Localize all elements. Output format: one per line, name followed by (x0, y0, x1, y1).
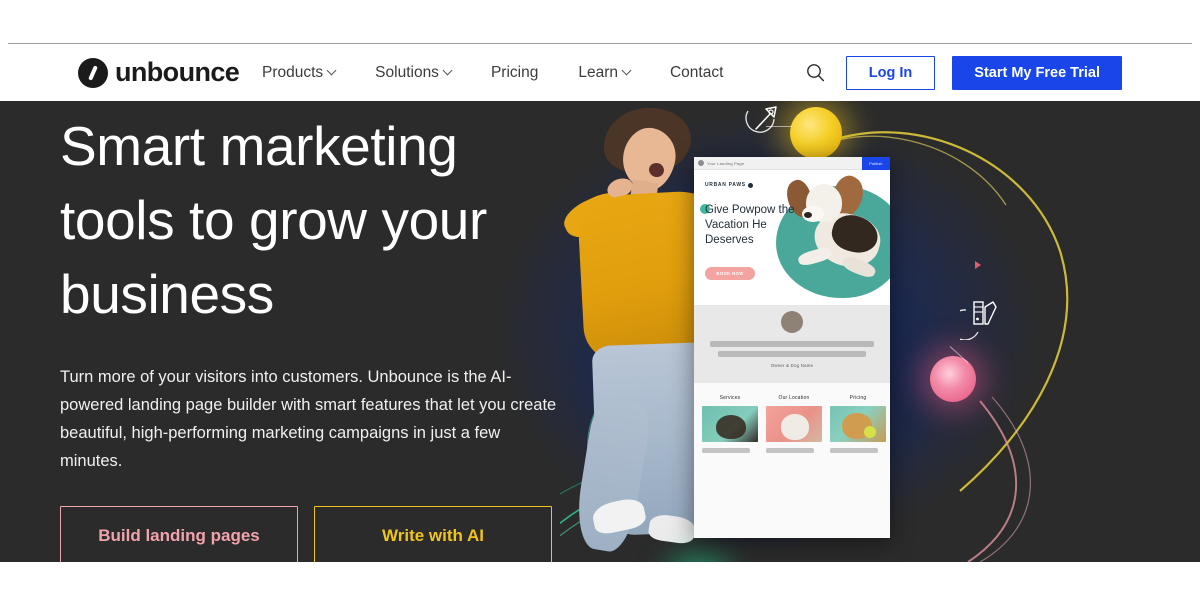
mockup-brand-text: URBAN PAWS (705, 182, 746, 188)
paw-icon (747, 182, 753, 188)
mockup-card-line (830, 448, 878, 453)
mockup-card[interactable]: Our Location (766, 395, 822, 538)
hero-cta-group: Build landing pages Write with AI (60, 506, 552, 562)
write-with-ai-button[interactable]: Write with AI (314, 506, 552, 562)
page-root: unbounce Products Solutions Pricing Lear… (0, 0, 1200, 600)
nav-item-products[interactable]: Products (262, 58, 352, 88)
ab-test-icon-badge (745, 561, 791, 562)
mockup-card-title: Services (719, 395, 741, 401)
design-palette-icon (960, 301, 997, 340)
mockup-headline: Give Powpow the Vacation He Deserves (705, 204, 795, 246)
site-header: unbounce Products Solutions Pricing Lear… (0, 44, 1200, 101)
mockup-card-title: Pricing (849, 395, 867, 401)
rocket-icon (745, 106, 777, 133)
mockup-gear-icon (698, 160, 704, 166)
nav-item-contact[interactable]: Contact (670, 58, 740, 88)
nav-label-solutions: Solutions (375, 63, 439, 81)
start-free-trial-button[interactable]: Start My Free Trial (952, 55, 1122, 90)
nav-label-products: Products (262, 63, 324, 81)
mockup-card-line (766, 448, 814, 453)
mockup-browser-bar: Your Landing Page Publish (694, 157, 890, 170)
search-button[interactable] (803, 60, 829, 86)
mockup-card-line (702, 448, 750, 453)
pink-triangle-small-icon (975, 261, 981, 269)
mockup-profile-band: Owner & Dog Name (694, 305, 890, 383)
chevron-down-icon (621, 65, 632, 76)
mockup-placeholder-line (710, 341, 874, 347)
unbounce-logo-text: unbounce (115, 57, 240, 87)
mockup-card-image (830, 406, 886, 442)
chevron-down-icon (326, 65, 337, 76)
nav-label-learn: Learn (578, 63, 618, 81)
chevron-down-icon (442, 65, 453, 76)
nav-item-pricing[interactable]: Pricing (491, 58, 555, 88)
mockup-hero: URBAN PAWS Give Powpow the Vacation He D… (694, 170, 890, 305)
header-actions: Log In Start My Free Trial (803, 55, 1122, 90)
mockup-brand: URBAN PAWS (705, 182, 753, 188)
mockup-caption: Owner & Dog Name (770, 363, 814, 368)
ab-test-icon (745, 561, 791, 562)
mockup-card-row: Services Our Location Pricing (694, 383, 890, 538)
mockup-publish-button[interactable]: Publish (862, 157, 890, 170)
design-palette-icon-badge (960, 296, 1004, 340)
nav-label-contact: Contact (669, 63, 724, 81)
landing-page-mockup: Your Landing Page Publish URBAN PAWS Giv… (694, 157, 890, 538)
mockup-card[interactable]: Services (702, 395, 758, 538)
main-navigation: Products Solutions Pricing Learn Contact (262, 58, 740, 88)
login-button[interactable]: Log In (845, 55, 936, 90)
mockup-card-image (702, 406, 758, 442)
unbounce-logo-icon (78, 57, 108, 88)
mockup-card[interactable]: Pricing (830, 395, 886, 538)
nav-item-solutions[interactable]: Solutions (375, 58, 468, 88)
yellow-orb (790, 107, 842, 159)
hero-subtitle: Turn more of your visitors into customer… (60, 368, 557, 470)
hero-section: Your Landing Page Publish URBAN PAWS Giv… (0, 101, 1200, 562)
mockup-placeholder-line (718, 351, 866, 357)
mockup-card-image (766, 406, 822, 442)
unbounce-logo[interactable]: unbounce (78, 57, 240, 88)
build-landing-pages-button[interactable]: Build landing pages (60, 506, 298, 562)
nav-label-pricing: Pricing (490, 63, 539, 81)
nav-item-learn[interactable]: Learn (578, 58, 647, 88)
rocket-icon-badge (740, 101, 786, 147)
mockup-card-title: Our Location (778, 395, 810, 401)
search-icon (807, 64, 825, 82)
avatar (781, 311, 803, 333)
mockup-book-now-button[interactable]: BOOK NOW (705, 267, 755, 280)
page-title: Smart marketing tools to grow your busin… (60, 115, 487, 325)
pink-orb (930, 356, 976, 402)
mockup-url: Your Landing Page (707, 160, 745, 166)
hero-copy: Smart marketing tools to grow your busin… (60, 109, 570, 475)
